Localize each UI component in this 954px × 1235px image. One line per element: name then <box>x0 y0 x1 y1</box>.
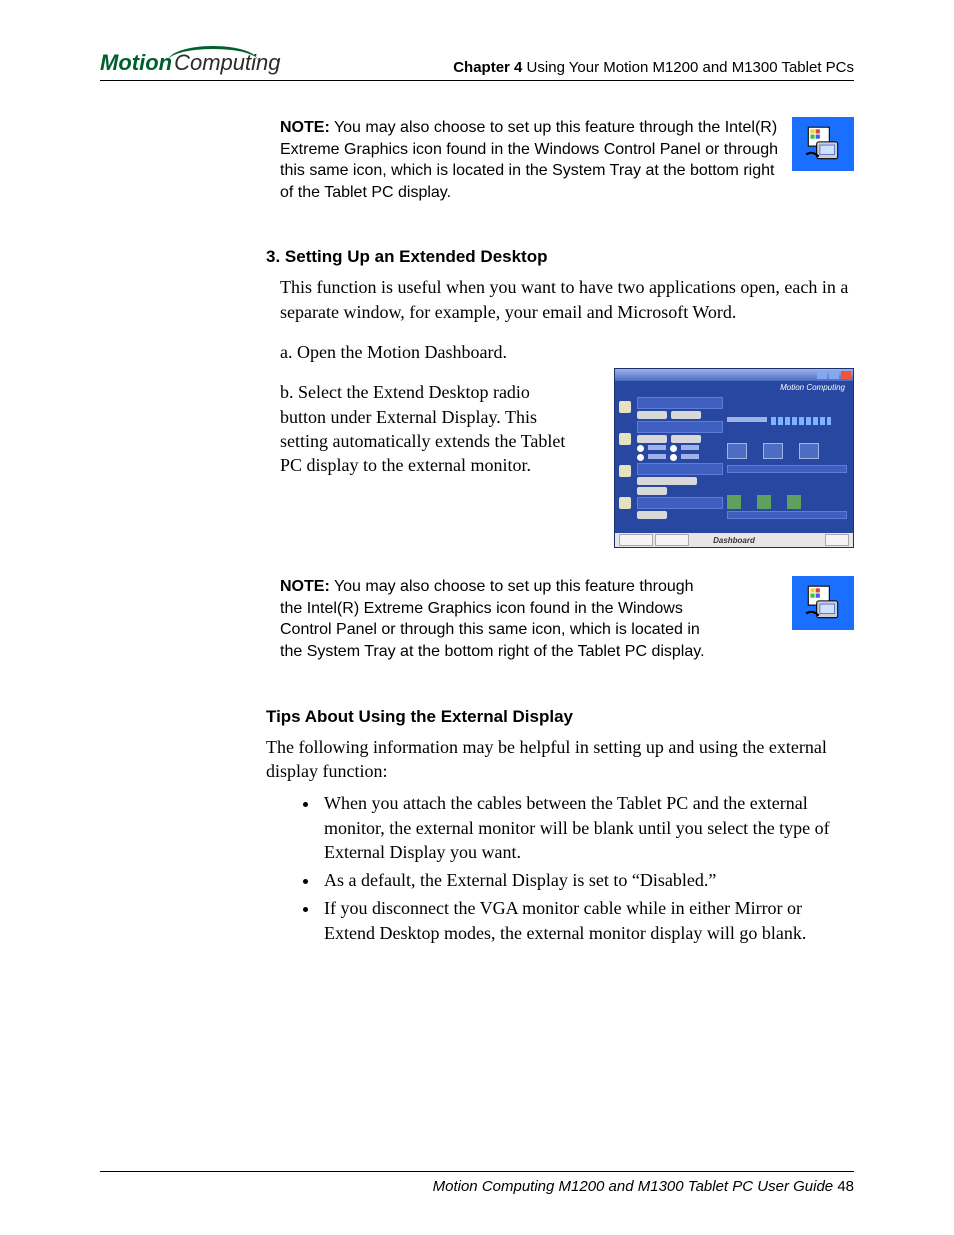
note-block-2: NOTE: You may also choose to set up this… <box>280 576 854 678</box>
close-icon <box>841 371 851 379</box>
tips-bullet: As a default, the External Display is se… <box>320 868 854 892</box>
note-1-label: NOTE: <box>280 119 330 136</box>
tips-bullet: If you disconnect the VGA monitor cable … <box>320 896 854 945</box>
minimize-icon <box>817 371 827 379</box>
thumb-right-panel <box>725 395 849 531</box>
section-3-intro: This function is useful when you want to… <box>280 275 854 324</box>
content-column: NOTE: You may also choose to set up this… <box>280 117 854 945</box>
note-1-body: You may also choose to set up this featu… <box>280 119 778 201</box>
tips-bullet-list: When you attach the cables between the T… <box>280 791 854 945</box>
intel-graphics-icon <box>792 576 854 630</box>
page: MotionComputing Chapter 4 Using Your Mot… <box>0 0 954 1235</box>
thumb-body <box>619 395 849 531</box>
step-b: b. Select the Extend Desktop radio butto… <box>280 380 580 477</box>
maximize-icon <box>829 371 839 379</box>
note-block-1: NOTE: You may also choose to set up this… <box>280 117 854 219</box>
thumb-titlebar <box>615 369 853 381</box>
note-2-label: NOTE: <box>280 578 330 595</box>
thumb-footer-btn <box>655 534 689 546</box>
note-2-text: NOTE: You may also choose to set up this… <box>280 576 720 662</box>
step-a: a. Open the Motion Dashboard. <box>280 340 854 364</box>
section-3-heading: 3. Setting Up an Extended Desktop <box>266 247 854 267</box>
sidebar-icon <box>619 433 631 445</box>
steps-block: a. Open the Motion Dashboard. Motion Com… <box>280 340 854 556</box>
thumb-footer-label: Dashboard <box>713 536 755 545</box>
note-2-body: You may also choose to set up this featu… <box>280 578 705 660</box>
thumb-footer-btn <box>619 534 653 546</box>
chapter-title: Using Your Motion M1200 and M1300 Tablet… <box>522 59 854 76</box>
logo-swoosh-icon <box>168 46 258 61</box>
thumb-sidebar-icons <box>619 395 635 531</box>
note-1-text: NOTE: You may also choose to set up this… <box>280 117 854 203</box>
page-footer: Motion Computing M1200 and M1300 Tablet … <box>100 1171 854 1195</box>
tips-heading: Tips About Using the External Display <box>266 707 854 727</box>
page-number: 48 <box>837 1178 854 1195</box>
thumb-footer: Dashboard <box>615 533 853 547</box>
chapter-label: Chapter 4 <box>453 59 522 76</box>
thumb-footer-btn <box>825 534 849 546</box>
chapter-header: Chapter 4 Using Your Motion M1200 and M1… <box>453 59 854 76</box>
thumb-left-panel <box>635 395 725 531</box>
sidebar-icon <box>619 497 631 509</box>
logo-text-motion: Motion <box>100 50 172 75</box>
tips-bullet: When you attach the cables between the T… <box>320 791 854 864</box>
dashboard-screenshot: Motion Computing <box>614 368 854 548</box>
tips-intro: The following information may be helpful… <box>266 735 854 784</box>
intel-graphics-icon <box>792 117 854 171</box>
page-header: MotionComputing Chapter 4 Using Your Mot… <box>100 50 854 81</box>
sidebar-icon <box>619 465 631 477</box>
thumb-brand: Motion Computing <box>780 383 845 392</box>
sidebar-icon <box>619 401 631 413</box>
footer-text: Motion Computing M1200 and M1300 Tablet … <box>433 1178 834 1195</box>
brand-logo: MotionComputing <box>100 50 280 76</box>
